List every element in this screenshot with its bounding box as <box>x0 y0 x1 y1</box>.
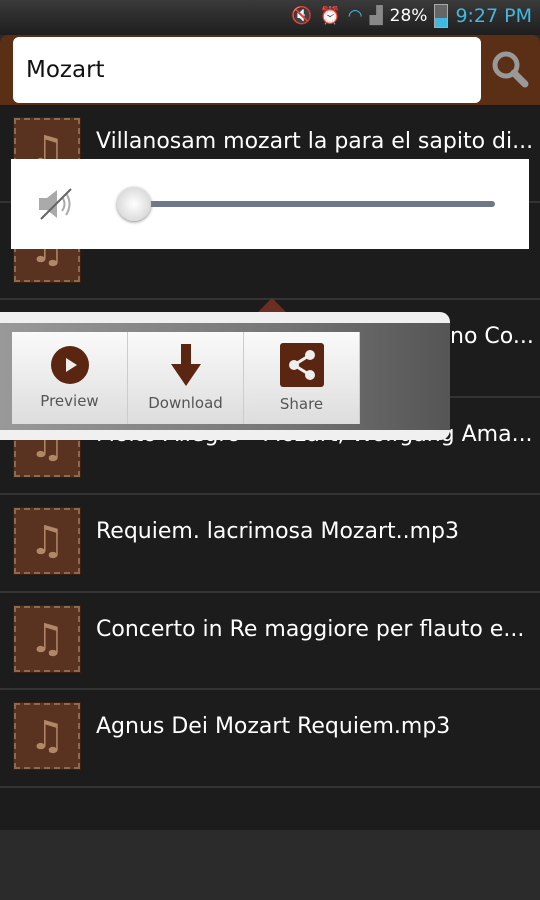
music-note-icon: ♫ <box>13 604 81 673</box>
search-input[interactable]: Mozart <box>13 37 481 103</box>
play-icon <box>50 346 89 384</box>
search-bar: Mozart <box>0 35 540 105</box>
muted-speaker-icon[interactable] <box>37 187 77 221</box>
music-note-icon: ♫ <box>13 507 81 575</box>
list-item[interactable]: ♫ Agnus Dei Mozart Requiem.mp3 <box>0 690 540 788</box>
alarm-icon: ⏰ <box>319 6 341 26</box>
battery-icon <box>434 4 449 28</box>
wifi-icon: ◠ <box>347 6 363 26</box>
download-button[interactable]: Download <box>128 332 244 424</box>
volume-slider-track[interactable] <box>123 201 495 207</box>
search-icon <box>492 51 529 88</box>
list-item[interactable]: ♫ Concerto in Re maggiore per flauto e... <box>0 593 540 690</box>
search-button[interactable] <box>490 49 530 89</box>
quick-action-popup: Preview Download Share <box>0 312 450 440</box>
mute-icon: 🔇 <box>291 6 313 26</box>
share-icon <box>279 343 324 387</box>
music-note-icon: ♫ <box>13 702 81 770</box>
popup-pointer <box>258 298 286 312</box>
preview-button[interactable]: Preview <box>12 332 128 424</box>
clock: 9:27 PM <box>455 5 532 27</box>
share-button[interactable]: Share <box>244 332 360 424</box>
volume-panel <box>11 159 529 249</box>
download-arrow-icon <box>170 344 201 386</box>
signal-icon: ▟ <box>369 6 383 26</box>
status-bar: 🔇 ⏰ ◠ ▟ 28% 9:27 PM <box>0 0 540 35</box>
battery-percent: 28% <box>389 6 428 26</box>
volume-slider-thumb[interactable] <box>117 187 151 221</box>
list-item[interactable]: ♫ Requiem. lacrimosa Mozart..mp3 <box>0 495 540 593</box>
